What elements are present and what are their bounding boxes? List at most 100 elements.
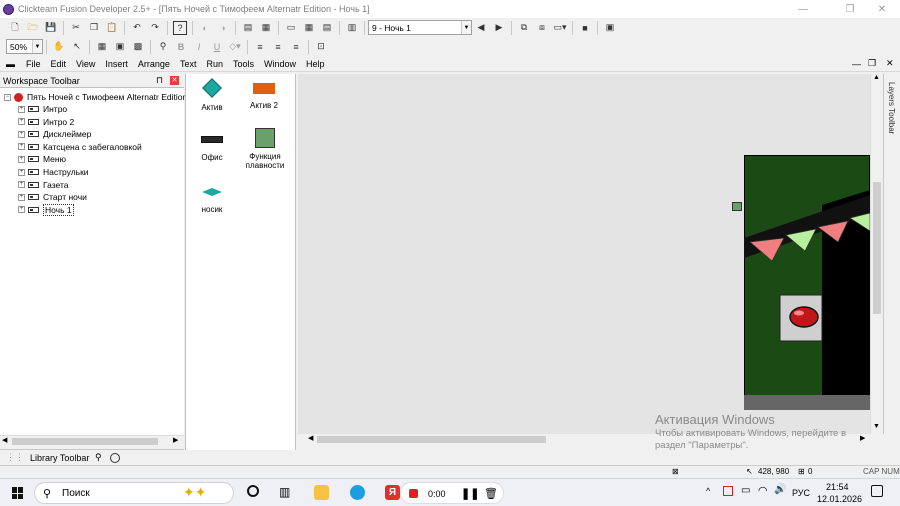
- scroll-down-icon[interactable]: ▼: [873, 423, 880, 430]
- menu-insert[interactable]: Insert: [100, 59, 133, 69]
- clock-icon[interactable]: [110, 452, 120, 463]
- game-scene[interactable]: [744, 155, 870, 410]
- menu-view[interactable]: View: [71, 59, 100, 69]
- mdi-close-icon[interactable]: ✕: [886, 58, 894, 69]
- scroll-left-icon[interactable]: ◀: [2, 436, 7, 444]
- undo-icon[interactable]: ↶: [130, 21, 144, 35]
- paste-icon[interactable]: 📋: [105, 21, 119, 35]
- clock-date[interactable]: 12.01.2026: [817, 494, 862, 504]
- collapse-icon[interactable]: −: [4, 93, 11, 101]
- scroll-right-icon[interactable]: ▶: [173, 436, 178, 444]
- menu-tools[interactable]: Tools: [228, 59, 259, 69]
- minimize-button[interactable]: —: [785, 0, 821, 18]
- taskbar-search[interactable]: ⚲ Поиск ✦✦: [34, 482, 234, 504]
- menu-window[interactable]: Window: [259, 59, 301, 69]
- zoom-select[interactable]: 50% ▼: [6, 39, 43, 54]
- record-icon[interactable]: [409, 489, 418, 498]
- pin-icon[interactable]: ⊓: [156, 75, 163, 86]
- workspace-hscrollbar[interactable]: ◀ ▶: [0, 435, 184, 446]
- object-item[interactable]: носик: [187, 186, 237, 214]
- tree-frame-item[interactable]: + Катсцена с забегаловкой: [18, 141, 142, 153]
- fit-frame-icon[interactable]: ⊡: [314, 40, 328, 54]
- forward-disabled-icon[interactable]: ◑: [216, 21, 230, 35]
- mdi-restore-icon[interactable]: ❐: [868, 58, 876, 69]
- color-icon[interactable]: ◇▾: [228, 40, 242, 54]
- trash-icon[interactable]: 🗑: [484, 487, 498, 500]
- layers-toolbar[interactable]: Layers Toolbar: [883, 74, 900, 434]
- align-left-icon[interactable]: ≡: [253, 40, 267, 54]
- cut-icon[interactable]: ✂: [69, 21, 83, 35]
- next-frame-icon[interactable]: ▶: [492, 21, 506, 35]
- expand-icon[interactable]: +: [18, 155, 25, 163]
- expand-icon[interactable]: +: [18, 118, 25, 126]
- event-list-icon[interactable]: ▦: [302, 21, 316, 35]
- build-dropdown-icon[interactable]: ▭▾: [553, 21, 567, 35]
- widgets-icon[interactable]: ▥: [279, 485, 290, 499]
- stop-icon[interactable]: ■: [578, 21, 592, 35]
- tree-frame-item[interactable]: + Дисклеймер: [18, 128, 91, 140]
- snap-icon[interactable]: ▣: [113, 40, 127, 54]
- menu-help[interactable]: Help: [301, 59, 330, 69]
- align-right-icon[interactable]: ≡: [289, 40, 303, 54]
- expand-icon[interactable]: +: [18, 193, 25, 201]
- object-item[interactable]: Актив 2: [239, 78, 289, 110]
- save-icon[interactable]: 💾: [44, 21, 58, 35]
- tray-volume-icon[interactable]: 🔊: [774, 484, 786, 495]
- run-application-icon[interactable]: ⧈: [535, 21, 549, 35]
- scroll-thumb[interactable]: [12, 438, 158, 445]
- expand-icon[interactable]: +: [18, 143, 25, 151]
- pause-icon[interactable]: ❚❚: [461, 487, 479, 500]
- underline-icon[interactable]: U: [210, 40, 224, 54]
- mdi-minimize-icon[interactable]: —: [852, 59, 861, 69]
- previous-frame-icon[interactable]: ◀: [474, 21, 488, 35]
- search-icon[interactable]: ⚲: [95, 452, 102, 463]
- tray-record-icon[interactable]: [723, 486, 733, 496]
- expand-icon[interactable]: +: [18, 105, 25, 113]
- menu-arrange[interactable]: Arrange: [133, 59, 175, 69]
- scroll-right-icon[interactable]: ▶: [860, 434, 865, 442]
- data-elements-icon[interactable]: ▤: [320, 21, 334, 35]
- font-icon[interactable]: ⚲: [156, 40, 170, 54]
- copy-icon[interactable]: ❐: [87, 21, 101, 35]
- tree-frame-item[interactable]: + Интро: [18, 103, 67, 115]
- redo-icon[interactable]: ↷: [148, 21, 162, 35]
- tray-wifi-icon[interactable]: ◠: [758, 484, 768, 497]
- debugger-icon[interactable]: ▣: [603, 21, 617, 35]
- storyboard-icon[interactable]: ▤: [241, 21, 255, 35]
- clock-time[interactable]: 21:54: [826, 482, 849, 492]
- expand-icon[interactable]: +: [18, 130, 25, 138]
- help-icon[interactable]: ?: [173, 20, 187, 35]
- tree-root[interactable]: − Пять Ночей с Тимофеем Alternatr Editio…: [4, 91, 187, 103]
- scroll-left-icon[interactable]: ◀: [308, 434, 313, 442]
- event-editor-icon[interactable]: ▭: [284, 21, 298, 35]
- object-item[interactable]: Офис: [187, 132, 237, 162]
- properties-icon[interactable]: ▥: [345, 21, 359, 35]
- small-object-icon[interactable]: [732, 202, 742, 211]
- menu-doc-icon[interactable]: ▬: [6, 59, 15, 69]
- align-center-icon[interactable]: ≡: [271, 40, 285, 54]
- close-icon[interactable]: ✕: [170, 76, 179, 85]
- frame-select[interactable]: 9 - Ночь 1 ▼: [368, 20, 472, 35]
- hand-tool-icon[interactable]: ✋: [52, 40, 66, 54]
- show-hidden-icons[interactable]: ^: [706, 486, 710, 496]
- maximize-button[interactable]: ❐: [832, 0, 868, 18]
- select-tool-icon[interactable]: ↖: [70, 40, 84, 54]
- object-item[interactable]: Актив: [187, 78, 237, 112]
- menu-file[interactable]: File: [21, 59, 46, 69]
- menu-run[interactable]: Run: [201, 59, 228, 69]
- grid-icon[interactable]: ▦: [95, 40, 109, 54]
- open-folder-icon[interactable]: 🗁: [26, 21, 40, 35]
- yandex-browser-icon[interactable]: Я: [385, 485, 400, 500]
- bold-icon[interactable]: B: [174, 40, 188, 54]
- tree-frame-item[interactable]: + Газета: [18, 179, 69, 191]
- new-file-icon[interactable]: 🗋: [8, 21, 22, 35]
- tree-frame-item[interactable]: + Меню: [18, 153, 66, 165]
- object-item[interactable]: Функция плавности: [239, 128, 291, 170]
- run-frame-icon[interactable]: ⧉: [517, 21, 531, 35]
- italic-icon[interactable]: I: [192, 40, 206, 54]
- menu-text[interactable]: Text: [175, 59, 202, 69]
- tray-network-icon[interactable]: ▭: [741, 485, 750, 496]
- scroll-thumb[interactable]: [873, 182, 881, 314]
- show-all-icon[interactable]: ▩: [131, 40, 145, 54]
- editor-vscrollbar[interactable]: ▲ ▼: [870, 74, 883, 434]
